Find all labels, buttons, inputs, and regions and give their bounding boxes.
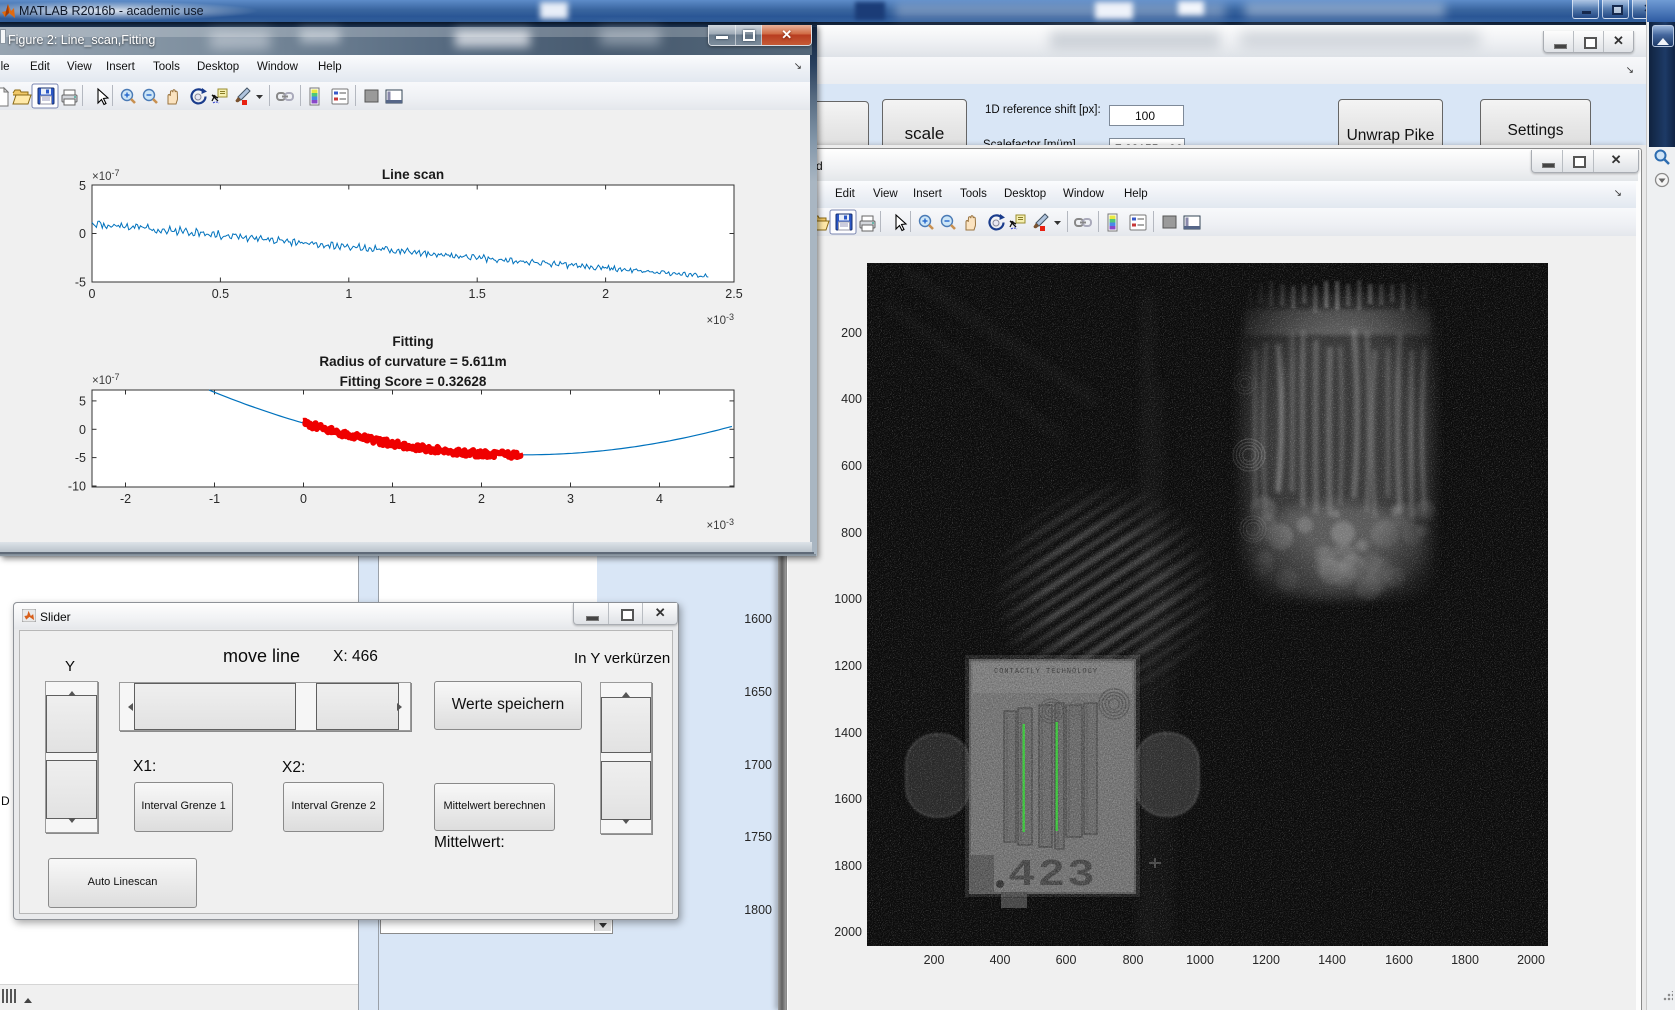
svg-text:-5: -5: [75, 276, 86, 290]
svg-text:1: 1: [389, 492, 396, 506]
svg-text:0: 0: [79, 423, 86, 437]
svg-text:1.5: 1.5: [469, 287, 486, 301]
svg-text:2.5: 2.5: [725, 287, 742, 301]
svg-text:1: 1: [345, 287, 352, 301]
svg-text:5: 5: [79, 179, 86, 193]
svg-text:-10: -10: [68, 480, 86, 494]
svg-text:×10-3: ×10-3: [706, 312, 734, 327]
svg-text:4: 4: [656, 492, 663, 506]
svg-text:0: 0: [79, 227, 86, 241]
svg-text:Line scan: Line scan: [382, 167, 444, 182]
svg-text:Fitting Score = 0.32628: Fitting Score = 0.32628: [340, 374, 487, 389]
svg-text:3: 3: [567, 492, 574, 506]
svg-text:Radius of curvature = 5.611m: Radius of curvature = 5.611m: [319, 354, 506, 369]
svg-text:0: 0: [300, 492, 307, 506]
svg-text:0.5: 0.5: [212, 287, 229, 301]
svg-text:×10-7: ×10-7: [92, 372, 120, 387]
svg-text:-2: -2: [120, 492, 131, 506]
svg-text:-5: -5: [75, 451, 86, 465]
svg-text:0: 0: [89, 287, 96, 301]
svg-text:Fitting: Fitting: [392, 334, 433, 349]
svg-text:×10-7: ×10-7: [92, 168, 120, 183]
svg-text:×10-3: ×10-3: [706, 517, 734, 532]
svg-text:2: 2: [602, 287, 609, 301]
svg-text:-1: -1: [209, 492, 220, 506]
svg-text:5: 5: [79, 395, 86, 409]
svg-text:2: 2: [478, 492, 485, 506]
